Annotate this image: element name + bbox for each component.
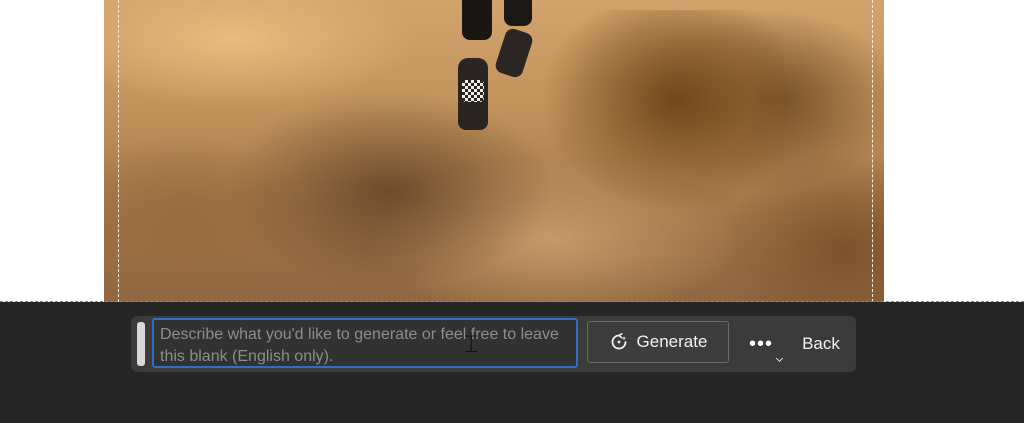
drag-handle[interactable] [137,322,145,366]
generate-button[interactable]: Generate [587,321,729,363]
prompt-input[interactable] [154,320,576,366]
canvas-area [0,0,1024,302]
image-leg-left [462,0,492,40]
selection-border-right[interactable] [872,0,873,302]
prompt-field[interactable] [152,318,578,368]
more-options-icon: ••• [748,332,773,355]
image-leg-right [504,0,532,26]
generate-label: Generate [636,332,708,351]
sparkle-refresh-icon [609,332,629,352]
back-label: Back [802,334,840,353]
shoe-check-pattern [462,80,484,102]
selection-border-left[interactable] [118,0,119,302]
image-shoe-left [458,58,488,130]
image-shoe-right [493,26,535,80]
canvas-image [104,0,884,302]
image-bush [544,10,784,210]
image-shadow [224,90,554,290]
generative-fill-bar: ⌶ Generate ••• Back [131,316,856,372]
back-button[interactable]: Back [793,324,849,364]
